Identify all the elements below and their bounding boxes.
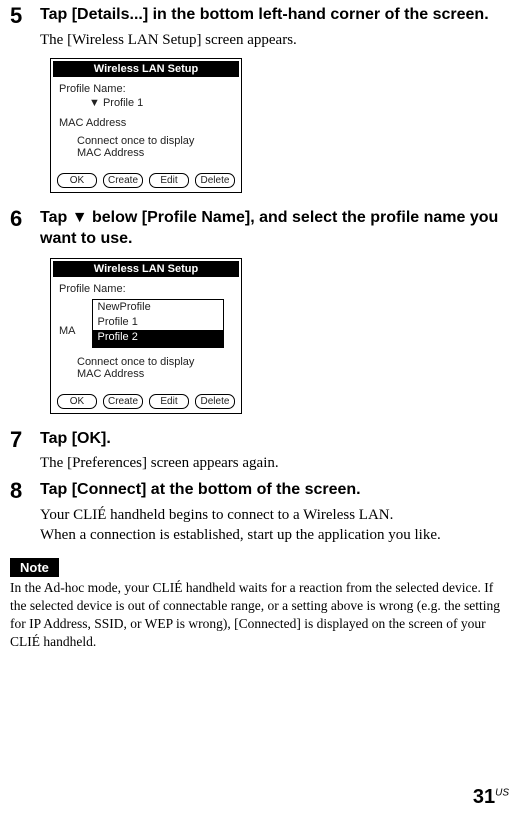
edit-button[interactable]: Edit — [149, 394, 189, 409]
step-6: 6 Tap ▼ below [Profile Name], and select… — [10, 207, 511, 250]
connect-msg-line2: MAC Address — [77, 368, 233, 380]
dropdown-option-selected[interactable]: Profile 2 — [93, 330, 223, 346]
create-button[interactable]: Create — [103, 394, 143, 409]
step-title: Tap [OK]. — [40, 428, 511, 450]
connect-msg-line1: Connect once to display — [77, 356, 233, 368]
connect-msg-line1: Connect once to display — [77, 135, 233, 147]
create-button[interactable]: Create — [103, 173, 143, 188]
dropdown-option[interactable]: NewProfile — [93, 300, 223, 315]
profile-name-label: Profile Name: — [59, 283, 233, 295]
step-5: 5 Tap [Details...] in the bottom left-ha… — [10, 4, 511, 50]
step-number: 5 — [10, 4, 40, 50]
delete-button[interactable]: Delete — [195, 394, 235, 409]
note-block: Note In the Ad-hoc mode, your CLIÉ handh… — [10, 552, 511, 652]
step-title: Tap ▼ below [Profile Name], and select t… — [40, 207, 511, 250]
step-number: 7 — [10, 428, 40, 474]
step-title: Tap [Details...] in the bottom left-hand… — [40, 4, 511, 26]
ok-button[interactable]: OK — [57, 394, 97, 409]
edit-button[interactable]: Edit — [149, 173, 189, 188]
delete-button[interactable]: Delete — [195, 173, 235, 188]
note-text: In the Ad-hoc mode, your CLIÉ handheld w… — [10, 579, 511, 652]
mac-address-label: MAC Address — [59, 117, 233, 129]
ok-button[interactable]: OK — [57, 173, 97, 188]
step-desc-2: When a connection is established, start … — [40, 525, 511, 545]
profile-name-value[interactable]: ▼ Profile 1 — [89, 97, 233, 109]
screenshot-wireless-lan-1: Wireless LAN Setup Profile Name: ▼ Profi… — [50, 58, 242, 193]
step-desc: The [Preferences] screen appears again. — [40, 453, 511, 473]
window-titlebar: Wireless LAN Setup — [53, 261, 239, 277]
screenshot-wireless-lan-2: Wireless LAN Setup Profile Name: MA NewP… — [50, 258, 242, 414]
step-8: 8 Tap [Connect] at the bottom of the scr… — [10, 479, 511, 545]
mac-prefix-truncated: MA — [59, 325, 76, 337]
note-label: Note — [10, 558, 59, 577]
step-title: Tap [Connect] at the bottom of the scree… — [40, 479, 511, 501]
step-desc-1: Your CLIÉ handheld begins to connect to … — [40, 505, 511, 525]
dropdown-option[interactable]: Profile 1 — [93, 315, 223, 330]
profile-dropdown[interactable]: NewProfile Profile 1 Profile 2 — [92, 299, 224, 348]
page-number-value: 31 — [473, 786, 495, 808]
step-number: 8 — [10, 479, 40, 545]
step-7: 7 Tap [OK]. The [Preferences] screen app… — [10, 428, 511, 474]
connect-msg-line2: MAC Address — [77, 147, 233, 159]
page-number: 31US — [473, 786, 509, 809]
step-number: 6 — [10, 207, 40, 250]
page-region: US — [495, 787, 509, 798]
profile-name-label: Profile Name: — [59, 83, 233, 95]
window-titlebar: Wireless LAN Setup — [53, 61, 239, 77]
step-desc: The [Wireless LAN Setup] screen appears. — [40, 30, 511, 50]
